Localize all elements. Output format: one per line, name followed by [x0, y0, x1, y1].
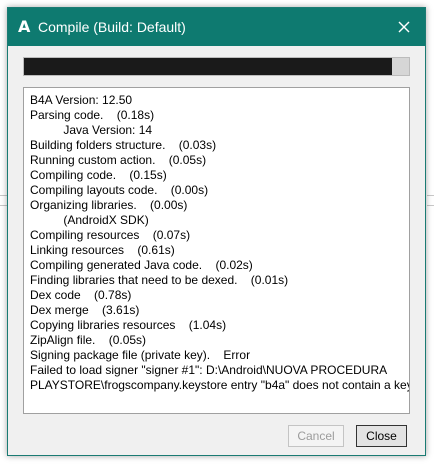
log-line: Linking resources (0.61s) — [30, 243, 175, 257]
log-line: ZipAlign file. (0.05s) — [30, 333, 147, 347]
log-line: Copying libraries resources (1.04s) — [30, 318, 227, 332]
background-divider — [0, 205, 7, 206]
log-line: Compiling code. (0.15s) — [30, 168, 167, 182]
log-line: PLAYSTORE\frogscompany.keystore entry "b… — [30, 378, 410, 392]
log-line: Compiling generated Java code. (0.02s) — [30, 258, 253, 272]
log-line: Finding libraries that need to be dexed.… — [30, 273, 289, 287]
progress-bar — [23, 57, 410, 76]
b4a-app-icon: A — [18, 17, 31, 36]
background-divider — [0, 195, 7, 196]
progress-fill — [24, 58, 393, 75]
close-icon[interactable] — [393, 16, 415, 38]
log-line: Organizing libraries. (0.00s) — [30, 198, 188, 212]
background-divider — [427, 205, 434, 206]
log-line: Compiling layouts code. (0.00s) — [30, 183, 209, 197]
cancel-button: Cancel — [288, 425, 344, 447]
title-bar: A Compile (Build: Default) — [8, 8, 425, 46]
log-line: B4A Version: 12.50 — [30, 93, 133, 107]
log-line: Compiling resources (0.07s) — [30, 228, 191, 242]
close-button[interactable]: Close — [356, 425, 407, 447]
compile-dialog: A Compile (Build: Default) B4A Version: … — [7, 7, 426, 456]
window-title: Compile (Build: Default) — [38, 19, 186, 35]
log-line: (AndroidX SDK) — [30, 213, 149, 227]
log-line: Failed to load signer "signer #1": D:\An… — [30, 363, 388, 377]
background-divider — [427, 195, 434, 196]
log-line: Java Version: 14 — [30, 123, 153, 137]
log-line: Running custom action. (0.05s) — [30, 153, 207, 167]
log-line: Dex code (0.78s) — [30, 288, 132, 302]
log-line: Building folders structure. (0.03s) — [30, 138, 217, 152]
compile-log[interactable]: B4A Version: 12.50 Parsing code. (0.18s) … — [23, 87, 410, 414]
log-line: Signing package file (private key). Erro… — [30, 348, 251, 362]
log-line: Parsing code. (0.18s) — [30, 108, 155, 122]
log-line: Dex merge (3.61s) — [30, 303, 140, 317]
